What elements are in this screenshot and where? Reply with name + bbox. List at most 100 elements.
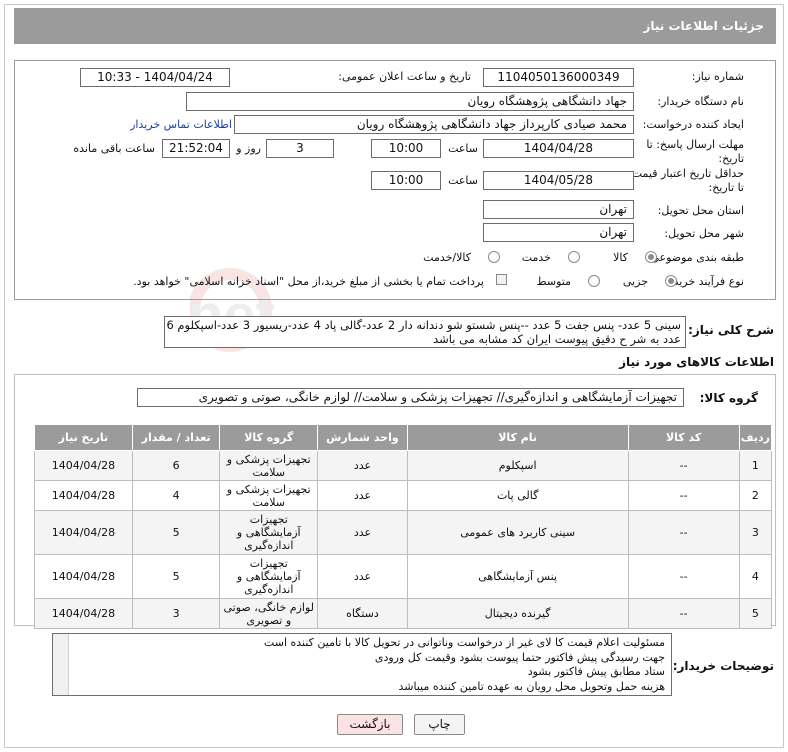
treasury-payment-checkbox[interactable] (496, 274, 507, 285)
cell-name: پنس آزمایشگاهی (406, 554, 629, 599)
notes-scrollbar[interactable] (53, 634, 69, 695)
cell-row: 4 (738, 554, 773, 599)
cell-date: 1404/04/28 (34, 510, 133, 555)
description-field: سینی 5 عدد- پنس جفت 5 عدد --پنس شستو شو … (164, 316, 686, 348)
goods-table-header: ردیف کد کالا نام کالا واحد شمارش گروه کا… (34, 424, 773, 451)
description-label: شرح کلی نیاز: (688, 323, 774, 337)
cell-qty: 5 (131, 510, 221, 555)
announce-datetime-field: 1404/04/24 - 10:33 (80, 68, 230, 87)
col-unit: واحد شمارش (317, 424, 408, 451)
table-row: 5 -- گیرنده دیجیتال دستگاه لوازم خانگی، … (34, 598, 773, 629)
category-radio-both[interactable] (488, 251, 500, 263)
cell-date: 1404/04/28 (34, 480, 133, 511)
cell-code: -- (627, 450, 740, 481)
cell-unit: عدد (317, 480, 408, 511)
cell-row: 5 (738, 598, 773, 629)
announce-datetime-label: تاریخ و ساعت اعلان عمومی: (338, 70, 471, 83)
cell-group: لوازم خانگی، صوتی و تصویری (219, 598, 319, 629)
category-radio-service[interactable] (568, 251, 580, 263)
cell-code: -- (627, 554, 740, 599)
cell-name: گیرنده دیجیتال (406, 598, 629, 629)
cell-row: 3 (738, 510, 773, 555)
validity-time-field: 10:00 (371, 171, 441, 190)
days-field: 3 (266, 139, 334, 158)
need-number-label: شماره نیاز: (691, 70, 744, 83)
delivery-city-field: تهران (483, 223, 634, 242)
cell-unit: عدد (317, 510, 408, 555)
buyer-notes-line: جهت رسیدگی پیش فاکتور حتما پیوست بشود وق… (374, 650, 665, 664)
cell-code: -- (627, 480, 740, 511)
delivery-city-label: شهر محل تحویل: (664, 227, 744, 240)
price-validity-label-2: تا تاریخ: (708, 181, 744, 194)
buyer-org-label: نام دستگاه خریدار: (657, 95, 744, 108)
reply-deadline-label: مهلت ارسال پاسخ: تا (646, 138, 744, 151)
requester-field: محمد صیادی کارپرداز جهاد دانشگاهی پژوهشگ… (234, 115, 634, 134)
buyer-notes-label: توضیحات خریدار: (672, 659, 774, 673)
cell-code: -- (627, 598, 740, 629)
cell-row: 2 (738, 480, 773, 511)
col-row-number: ردیف (738, 424, 773, 451)
cell-qty: 5 (131, 554, 221, 599)
cell-unit: عدد (317, 554, 408, 599)
category-option-both: کالا/خدمت (423, 251, 471, 264)
buyer-contact-link[interactable]: اطلاعات تماس خریدار (130, 118, 232, 131)
col-code: کد کالا (627, 424, 740, 451)
table-row: 4 -- پنس آزمایشگاهی عدد تجهیزات آزمایشگا… (34, 554, 773, 599)
col-need-date: تاریخ نیاز (34, 424, 133, 451)
cell-name: اسپکلوم (406, 450, 629, 481)
cell-unit: دستگاه (317, 598, 408, 629)
cell-date: 1404/04/28 (34, 554, 133, 599)
category-radio-goods[interactable] (645, 251, 657, 263)
table-row: 2 -- گالی پات عدد تجهیزات پزشکی و سلامت … (34, 480, 773, 511)
remaining-time-field: 21:52:04 (162, 139, 230, 158)
cell-name: گالی پات (406, 480, 629, 511)
cell-row: 1 (738, 450, 773, 481)
purchase-type-label: نوع فرآیند خرید : (666, 275, 744, 288)
purchase-type-option-medium: متوسط (536, 275, 571, 288)
reply-time-field: 10:00 (371, 139, 441, 158)
cell-qty: 4 (131, 480, 221, 511)
cell-date: 1404/04/28 (34, 598, 133, 629)
cell-qty: 3 (131, 598, 221, 629)
cell-group: تجهیزات آزمایشگاهی و اندازه‌گیری (219, 510, 319, 555)
table-row: 3 -- سینی کاربرد های عمومی عدد تجهیزات آ… (34, 510, 773, 555)
purchase-type-option-minor: جزیی (622, 275, 648, 288)
back-button[interactable]: بازگشت (337, 714, 403, 735)
col-name: نام کالا (406, 424, 629, 451)
delivery-province-field: تهران (483, 200, 634, 219)
col-quantity: تعداد / مقدار (131, 424, 221, 451)
description-line-1: سینی 5 عدد- پنس جفت 5 عدد --پنس شستو شو … (166, 318, 681, 332)
buyer-notes-line: هزینه حمل وتحویل محل رویان به عهده تامین… (398, 679, 665, 693)
remaining-time-label: ساعت باقی مانده (73, 142, 155, 155)
description-line-2: عدد به شر ح دقیق پیوست ایران کد مشابه می… (433, 332, 681, 346)
buyer-org-field: جهاد دانشگاهی پژوهشگاه رویان (186, 92, 634, 111)
cell-group: تجهیزات پزشکی و سلامت (219, 450, 319, 481)
goods-section-title: اطلاعات کالاهای مورد نیاز (619, 355, 774, 369)
cell-group: تجهیزات پزشکی و سلامت (219, 480, 319, 511)
goods-group-label: گروه کالا: (699, 391, 758, 405)
reply-deadline-label-2: تاریخ: (718, 152, 744, 165)
category-option-service: خدمت (521, 251, 551, 264)
cell-group: تجهیزات آزمایشگاهی و اندازه‌گیری (219, 554, 319, 599)
buyer-notes-line: ستاد مطابق پیش فاکتور بشود (527, 665, 665, 678)
purchase-type-radio-minor[interactable] (665, 275, 677, 287)
cell-date: 1404/04/28 (34, 450, 133, 481)
need-number-field: 1104050136000349 (483, 68, 634, 87)
cell-code: -- (627, 510, 740, 555)
reply-date-field: 1404/04/28 (483, 139, 634, 158)
price-validity-label: حداقل تاریخ اعتبار قیمت: (628, 167, 744, 180)
category-option-goods: کالا (613, 251, 628, 264)
purchase-type-radio-medium[interactable] (588, 275, 600, 287)
print-button[interactable]: چاپ (414, 714, 465, 735)
reply-time-label: ساعت (448, 142, 478, 155)
col-group: گروه کالا (219, 424, 319, 451)
page-title: جزئیات اطلاعات نیاز (14, 8, 776, 44)
requester-label: ایجاد کننده درخواست: (642, 118, 744, 131)
category-label: طبقه بندی موضوعی: (646, 251, 744, 264)
cell-unit: عدد (317, 450, 408, 481)
delivery-province-label: استان محل تحویل: (657, 204, 744, 217)
buyer-notes-line: مسئولیت اعلام قیمت کا لای غیر از درخواست… (263, 636, 665, 649)
cell-name: سینی کاربرد های عمومی (406, 510, 629, 555)
table-row: 1 -- اسپکلوم عدد تجهیزات پزشکی و سلامت 6… (34, 450, 773, 481)
validity-time-label: ساعت (448, 174, 478, 187)
